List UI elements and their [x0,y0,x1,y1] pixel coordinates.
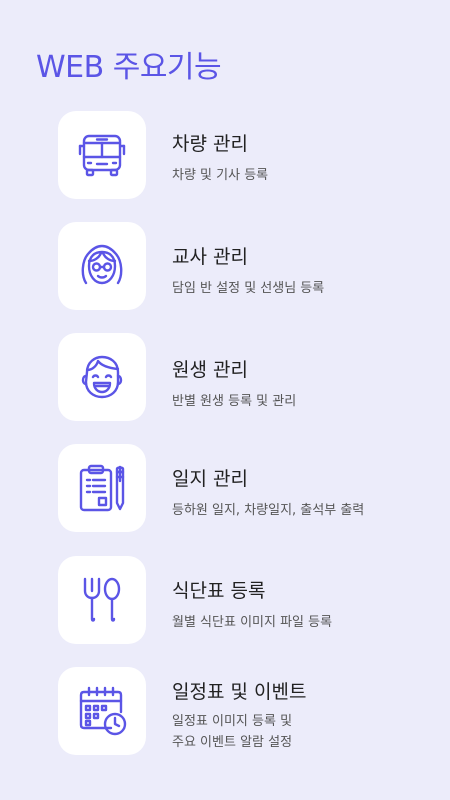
page-title: WEB 주요기능 [36,50,222,85]
feature-title: 일정표 및 이벤트 [172,681,307,703]
feature-icon-box [58,333,146,421]
feature-description: 일정표 이미지 등록 및 주요 이벤트 알람 설정 [172,711,306,753]
feature-icon-box [58,667,146,755]
feature-menu-registration[interactable]: 식단표 등록 월별 식단표 이미지 파일 등록 [58,556,438,644]
feature-description: 담임 반 설정 및 선생님 등록 [172,281,325,296]
fork-spoon-icon [83,577,121,622]
feature-teacher-management[interactable]: 교사 관리 담임 반 설정 및 선생님 등록 [58,222,438,310]
feature-icon-box [58,556,146,644]
calendar-clock-icon [79,686,127,736]
feature-schedule-event[interactable]: 일정표 및 이벤트 일정표 이미지 등록 및 주요 이벤트 알람 설정 [58,667,438,755]
feature-title: 차량 관리 [172,133,248,155]
feature-description: 등하원 일지, 차량일지, 출석부 출력 [172,503,365,518]
feature-icon-box [58,444,146,532]
feature-icon-box [58,222,146,310]
feature-description: 반별 원생 등록 및 관리 [172,394,297,409]
clipboard-pen-icon [79,464,125,512]
feature-title: 식단표 등록 [172,580,266,602]
feature-vehicle-management[interactable]: 차량 관리 차량 및 기사 등록 [58,111,438,199]
feature-title: 교사 관리 [172,246,248,268]
feature-icon-box [58,111,146,199]
feature-description-line: 일정표 이미지 등록 및 [172,714,293,729]
student-face-icon [81,355,123,399]
teacher-face-icon [81,244,123,285]
feature-description-line: 주요 이벤트 알람 설정 [172,735,293,750]
feature-description: 차량 및 기사 등록 [172,168,269,183]
feature-title: 일지 관리 [172,468,248,490]
bus-icon [78,134,126,177]
feature-journal-management[interactable]: 일지 관리 등하원 일지, 차량일지, 출석부 출력 [58,444,438,532]
feature-student-management[interactable]: 원생 관리 반별 원생 등록 및 관리 [58,333,438,421]
feature-description: 월별 식단표 이미지 파일 등록 [172,615,333,630]
feature-title: 원생 관리 [172,359,248,381]
